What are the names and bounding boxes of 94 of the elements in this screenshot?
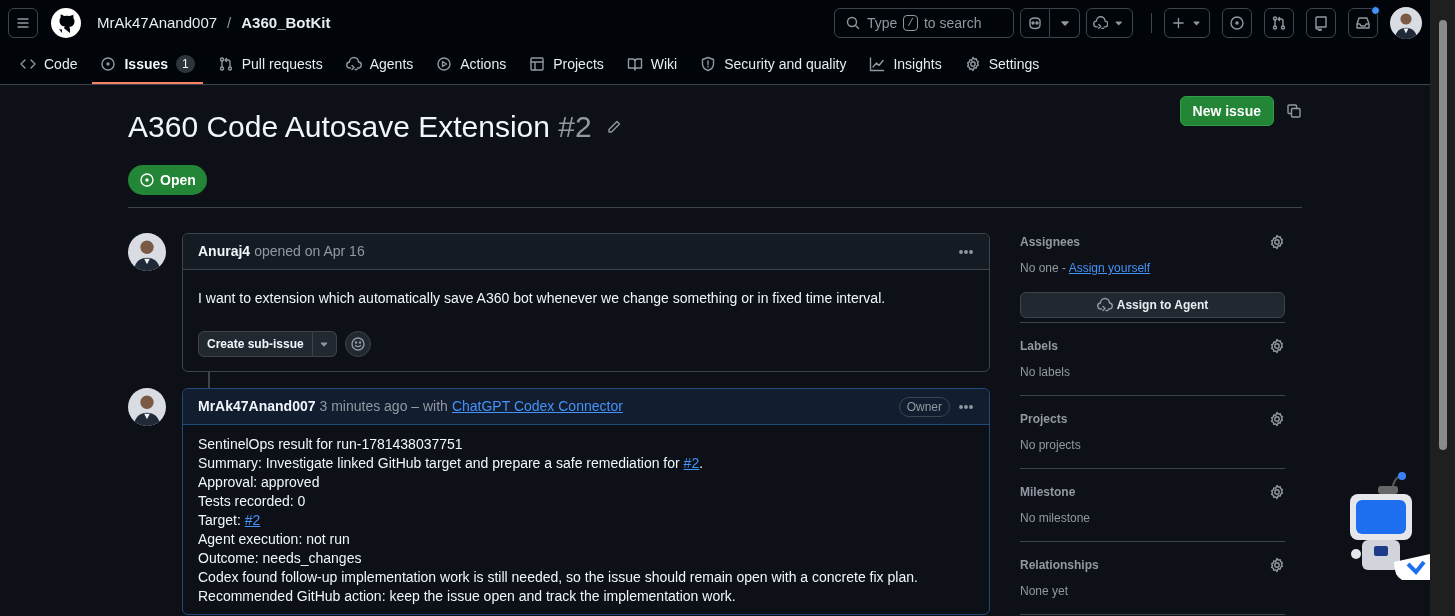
body-line: Approval: approved [198, 473, 321, 492]
body-line: Summary: Investigate linked GitHub target and prepare a safe remediation for #2. [198, 454, 705, 473]
assign-yourself-link[interactable]: Assign yourself [1068, 261, 1151, 275]
new-issue-button[interactable]: New issue [1179, 96, 1274, 126]
section-heading: Labels [1020, 338, 1058, 355]
slash-key: / [903, 15, 918, 31]
nav-tab[interactable]: Insights [861, 46, 950, 84]
nav-tab[interactable]: Agents [337, 46, 422, 84]
comment-meta: 3 minutes ago – with [319, 397, 448, 416]
owner-link[interactable]: MrAk47Anand007 [97, 11, 218, 35]
counter-badge: 1 [176, 55, 195, 73]
cloud-icon [345, 56, 362, 72]
shield-icon [700, 56, 717, 72]
nav-tab[interactable]: Wiki [618, 46, 686, 84]
pull-request-icon [1271, 15, 1287, 31]
section-heading: Projects [1020, 411, 1068, 428]
copilot-button[interactable] [1020, 8, 1050, 38]
copy-icon[interactable] [1286, 103, 1302, 119]
repo-icon [1313, 15, 1329, 31]
search-hint: to search [923, 13, 982, 33]
play-icon [436, 56, 453, 72]
search-hint: Type [867, 13, 898, 33]
gear-icon[interactable] [1269, 557, 1285, 573]
search-icon [845, 15, 861, 31]
menu-icon [15, 15, 31, 31]
nav-tab[interactable]: Settings [956, 46, 1048, 84]
issue-title: A360 Code Autosave Extension #2 [128, 109, 592, 145]
user-avatar[interactable] [128, 388, 166, 426]
gear-icon[interactable] [1269, 234, 1285, 250]
inbox-button[interactable] [1348, 8, 1378, 38]
create-sub-issue-button[interactable]: Create sub-issue [198, 331, 313, 357]
octocat-logo-icon[interactable] [51, 8, 81, 38]
section-value: No one - Assign yourself [1020, 260, 1152, 277]
body-line: Agent execution: not run [198, 530, 351, 549]
author-link[interactable]: MrAk47Anand007 [198, 396, 316, 417]
table-icon [529, 56, 546, 72]
nav-tab[interactable]: Pull requests [209, 46, 331, 84]
body-line: Recommended GitHub action: keep the issue open and track the implementation work. [198, 587, 737, 606]
assign-to-agent-button[interactable]: Assign to Agent [1020, 292, 1285, 318]
menu-button[interactable] [8, 8, 38, 38]
nav-tab[interactable]: Actions [428, 46, 515, 84]
breadcrumb-separator: / [227, 12, 232, 33]
search-field[interactable]: Type / to search [834, 8, 1014, 38]
section-value: No projects [1020, 437, 1082, 454]
issues-button[interactable] [1222, 8, 1252, 38]
nav-tab[interactable]: Security and quality [692, 46, 855, 84]
plus-icon [1171, 15, 1186, 31]
robot-drawing[interactable] [1350, 472, 1430, 580]
body-line: Tests recorded: 0 [198, 492, 307, 511]
agents-button[interactable] [1086, 8, 1133, 38]
section-heading: Assignees [1020, 234, 1081, 251]
user-avatar[interactable] [128, 233, 166, 271]
gear-icon[interactable] [1269, 338, 1285, 354]
section-heading: Relationships [1020, 557, 1099, 574]
cloud-icon [1093, 15, 1109, 31]
pencil-icon[interactable] [605, 119, 622, 135]
section-value: No labels [1020, 364, 1072, 381]
inbox-icon [1355, 15, 1371, 31]
comment-meta: opened on Apr 16 [254, 242, 365, 261]
gear-icon [964, 56, 981, 72]
body-text: I want to extension which automatically save A360 bot whenever we change something or in fixed time interval. [198, 289, 887, 308]
scrollbar-thumb[interactable] [1438, 20, 1447, 450]
app-link[interactable]: ChatGPT Codex Connector [451, 396, 623, 417]
gear-icon[interactable] [1269, 411, 1285, 427]
issue-icon [100, 56, 117, 72]
graph-icon [869, 56, 886, 72]
book-icon [626, 56, 643, 72]
bot-icon [1027, 15, 1043, 31]
issue-icon [139, 172, 155, 188]
user-avatar[interactable] [1390, 7, 1422, 39]
body-line: Outcome: needs_changes [198, 549, 363, 568]
pull-requests-button[interactable] [1264, 8, 1294, 38]
cloud-icon [1096, 297, 1113, 313]
body-line: Codex found follow-up implementation work is still needed, so the issue should remain open with a concrete fix plan. [198, 568, 919, 587]
section-value: None yet [1020, 583, 1070, 600]
issue-icon [1229, 15, 1245, 31]
section-value: No milestone [1020, 510, 1092, 527]
body-line: Target: #2 [198, 511, 262, 530]
create-button[interactable] [1164, 8, 1210, 38]
repositories-button[interactable] [1306, 8, 1336, 38]
issue-link[interactable]: #2 [244, 512, 261, 528]
nav-tab[interactable]: Issues 1 [92, 46, 203, 84]
open-state-badge: Open [128, 165, 207, 195]
reaction-button[interactable] [344, 331, 371, 357]
smiley-icon [349, 336, 366, 352]
pull-request-icon [217, 56, 234, 72]
dropdown-button[interactable] [312, 331, 337, 357]
repo-link[interactable]: A360_BotKit [241, 11, 331, 35]
body-line: SentinelOps result for run-1781438037751 [198, 435, 464, 454]
author-link[interactable]: Anuraj4 [198, 241, 251, 262]
section-heading: Milestone [1020, 484, 1076, 501]
nav-tab[interactable]: Projects [521, 46, 612, 84]
nav-tab[interactable]: Code [12, 46, 86, 84]
gear-icon[interactable] [1269, 484, 1285, 500]
